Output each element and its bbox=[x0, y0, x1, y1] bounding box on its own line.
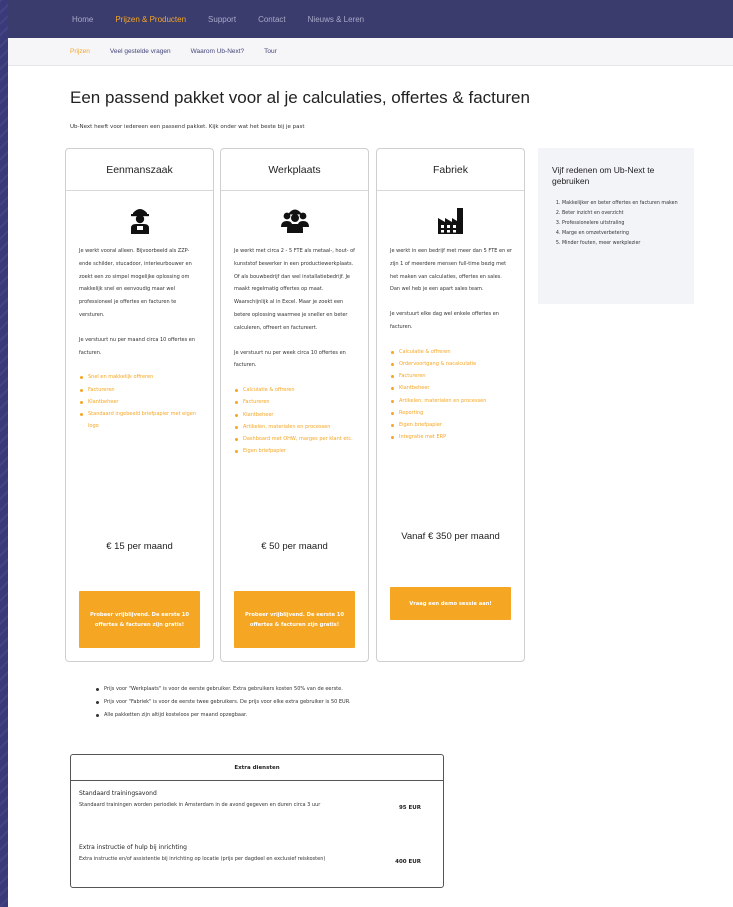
factory-icon bbox=[377, 205, 524, 237]
plan-description: Je werkt vooral alleen. Bijvoorbeeld als… bbox=[79, 245, 201, 359]
pricing-notes: Prijs voor "Werkplaats" is voor de eerst… bbox=[96, 683, 351, 722]
plan-feature: Factureren bbox=[390, 370, 512, 382]
plan-feature: Dashboard met OHW, marges per klant etc. bbox=[234, 433, 356, 445]
plan-desc-paragraph: Je werkt vooral alleen. Bijvoorbeeld als… bbox=[79, 248, 192, 318]
plan-feature: Eigen briefpapier bbox=[234, 445, 356, 457]
extra-services-title: Extra diensten bbox=[71, 755, 443, 781]
extra-services-table: Extra diensten Standaard trainingsavond … bbox=[70, 754, 444, 888]
subnav-waarom[interactable]: Waarom Ub-Next? bbox=[191, 48, 245, 55]
plan-desc-paragraph: Je verstuurt nu per week circa 10 offert… bbox=[234, 349, 346, 369]
reasons-title: Vijf redenen om Ub-Next te gebruiken bbox=[552, 165, 655, 186]
reasons-list: Makkelijker en beter offertes en facture… bbox=[552, 199, 680, 249]
plan-title: Eenmanszaak bbox=[66, 149, 213, 191]
plan-price: € 50 per maand bbox=[261, 541, 328, 552]
plan-price: Vanaf € 350 per maand bbox=[401, 531, 500, 542]
extra-service-title: Extra instructie of hulp bij inrichting bbox=[79, 844, 187, 851]
plan-desc-paragraph: Je werkt in een bedrijf met meer dan 5 F… bbox=[390, 248, 512, 293]
extra-service-desc: Extra instructie en/of assistentie bij i… bbox=[79, 856, 326, 862]
pricing-note: Prijs voor "Fabriek" is voor de eerste t… bbox=[96, 696, 351, 709]
plan-feature: Klantbeheer bbox=[234, 409, 356, 421]
plan-feature: Eigen briefpapier bbox=[390, 419, 512, 431]
plan-price: € 15 per maand bbox=[106, 541, 173, 552]
plan-feature: Integratie met ERP bbox=[390, 431, 512, 443]
plan-feature: Artikelen, materialen en processen bbox=[234, 421, 356, 433]
nav-prijzen-producten[interactable]: Prijzen & Producten bbox=[115, 15, 186, 24]
plan-card-eenmanszaak: Eenmanszaak Je werkt vooral alleen. Bijv… bbox=[65, 148, 214, 662]
plan-feature: Snel en makkelijk offreren bbox=[79, 371, 201, 383]
extra-service-row: Standaard trainingsavond Standaard train… bbox=[71, 781, 443, 835]
extra-service-title: Standaard trainingsavond bbox=[79, 790, 157, 797]
extra-service-desc: Standaard trainingen worden periodiek in… bbox=[79, 802, 321, 808]
plan-feature-list: Calculatie & offreren Ordervoortgang & n… bbox=[390, 346, 512, 444]
plan-desc-paragraph: Je werkt met circa 2 - 5 FTE als metaal-… bbox=[234, 248, 355, 331]
pricing-note: Alle pakketten zijn altijd kosteloos per… bbox=[96, 709, 351, 722]
subnav-prijzen[interactable]: Prijzen bbox=[70, 48, 90, 55]
plan-feature: Factureren bbox=[234, 396, 356, 408]
plan-feature: Factureren bbox=[79, 384, 201, 396]
plan-description: Je werkt met circa 2 - 5 FTE als metaal-… bbox=[234, 245, 356, 372]
plan-feature: Reporting bbox=[390, 407, 512, 419]
subnav-tour[interactable]: Tour bbox=[264, 48, 277, 55]
reason-item: Professionelere uitstraling bbox=[562, 219, 680, 229]
extra-service-price: 400 EUR bbox=[395, 859, 421, 865]
top-navigation: Home Prijzen & Producten Support Contact… bbox=[8, 0, 733, 38]
plan-card-fabriek: Fabriek Je werkt in een bedrijf met meer… bbox=[376, 148, 525, 662]
nav-contact[interactable]: Contact bbox=[258, 15, 286, 24]
nav-home[interactable]: Home bbox=[72, 15, 93, 24]
plan-desc-paragraph: Je verstuurt nu per maand circa 10 offer… bbox=[79, 336, 196, 356]
extra-service-row: Extra instructie of hulp bij inrichting … bbox=[71, 835, 443, 889]
try-free-button[interactable]: Probeer vrijblijvend. De eerste 10 offer… bbox=[234, 591, 355, 648]
reason-item: Beter inzicht en overzicht bbox=[562, 209, 680, 219]
plan-feature-list: Calculatie & offreren Factureren Klantbe… bbox=[234, 384, 356, 457]
plan-card-werkplaats: Werkplaats Je werkt met circa 2 - 5 FTE … bbox=[220, 148, 369, 662]
reason-item: Makkelijker en beter offertes en facture… bbox=[562, 199, 680, 209]
worker-icon bbox=[66, 205, 213, 237]
try-free-button[interactable]: Probeer vrijblijvend. De eerste 10 offer… bbox=[79, 591, 200, 648]
plan-feature: Klantbeheer bbox=[390, 382, 512, 394]
plan-desc-paragraph: Je verstuurt elke dag wel enkele offerte… bbox=[390, 311, 499, 330]
team-icon bbox=[221, 205, 368, 237]
page: Home Prijzen & Producten Support Contact… bbox=[8, 0, 733, 907]
plan-feature: Calculatie & offreren bbox=[234, 384, 356, 396]
plan-feature: Calculatie & offreren bbox=[390, 346, 512, 358]
pricing-note: Prijs voor "Werkplaats" is voor de eerst… bbox=[96, 683, 351, 696]
plan-description: Je werkt in een bedrijf met meer dan 5 F… bbox=[390, 245, 512, 334]
reason-item: Minder fouten, meer werkplezier bbox=[562, 239, 680, 249]
nav-support[interactable]: Support bbox=[208, 15, 236, 24]
subnav-faq[interactable]: Veel gestelde vragen bbox=[110, 48, 171, 55]
sub-navigation: Prijzen Veel gestelde vragen Waarom Ub-N… bbox=[8, 38, 733, 66]
plan-feature: Klantbeheer bbox=[79, 396, 201, 408]
request-demo-button[interactable]: Vraag een demo sessie aan! bbox=[390, 587, 511, 620]
plan-feature: Standaard ingebeeld briefpapier met eige… bbox=[79, 408, 201, 432]
plan-title: Werkplaats bbox=[221, 149, 368, 191]
extra-service-price: 95 EUR bbox=[398, 805, 421, 811]
reason-item: Marge en omzetverbetering bbox=[562, 229, 680, 239]
page-title: Een passend pakket voor al je calculatie… bbox=[70, 88, 530, 107]
nav-nieuws-leren[interactable]: Nieuws & Leren bbox=[308, 15, 364, 24]
plan-feature: Ordervoortgang & nacalculatie bbox=[390, 358, 512, 370]
reasons-panel: Vijf redenen om Ub-Next te gebruiken Mak… bbox=[538, 148, 694, 304]
plan-feature-list: Snel en makkelijk offreren Factureren Kl… bbox=[79, 371, 201, 432]
page-intro: Ub-Next heeft voor iedereen een passend … bbox=[70, 124, 305, 130]
plan-feature: Artikelen, materialen en processen bbox=[390, 395, 512, 407]
plan-title: Fabriek bbox=[377, 149, 524, 191]
